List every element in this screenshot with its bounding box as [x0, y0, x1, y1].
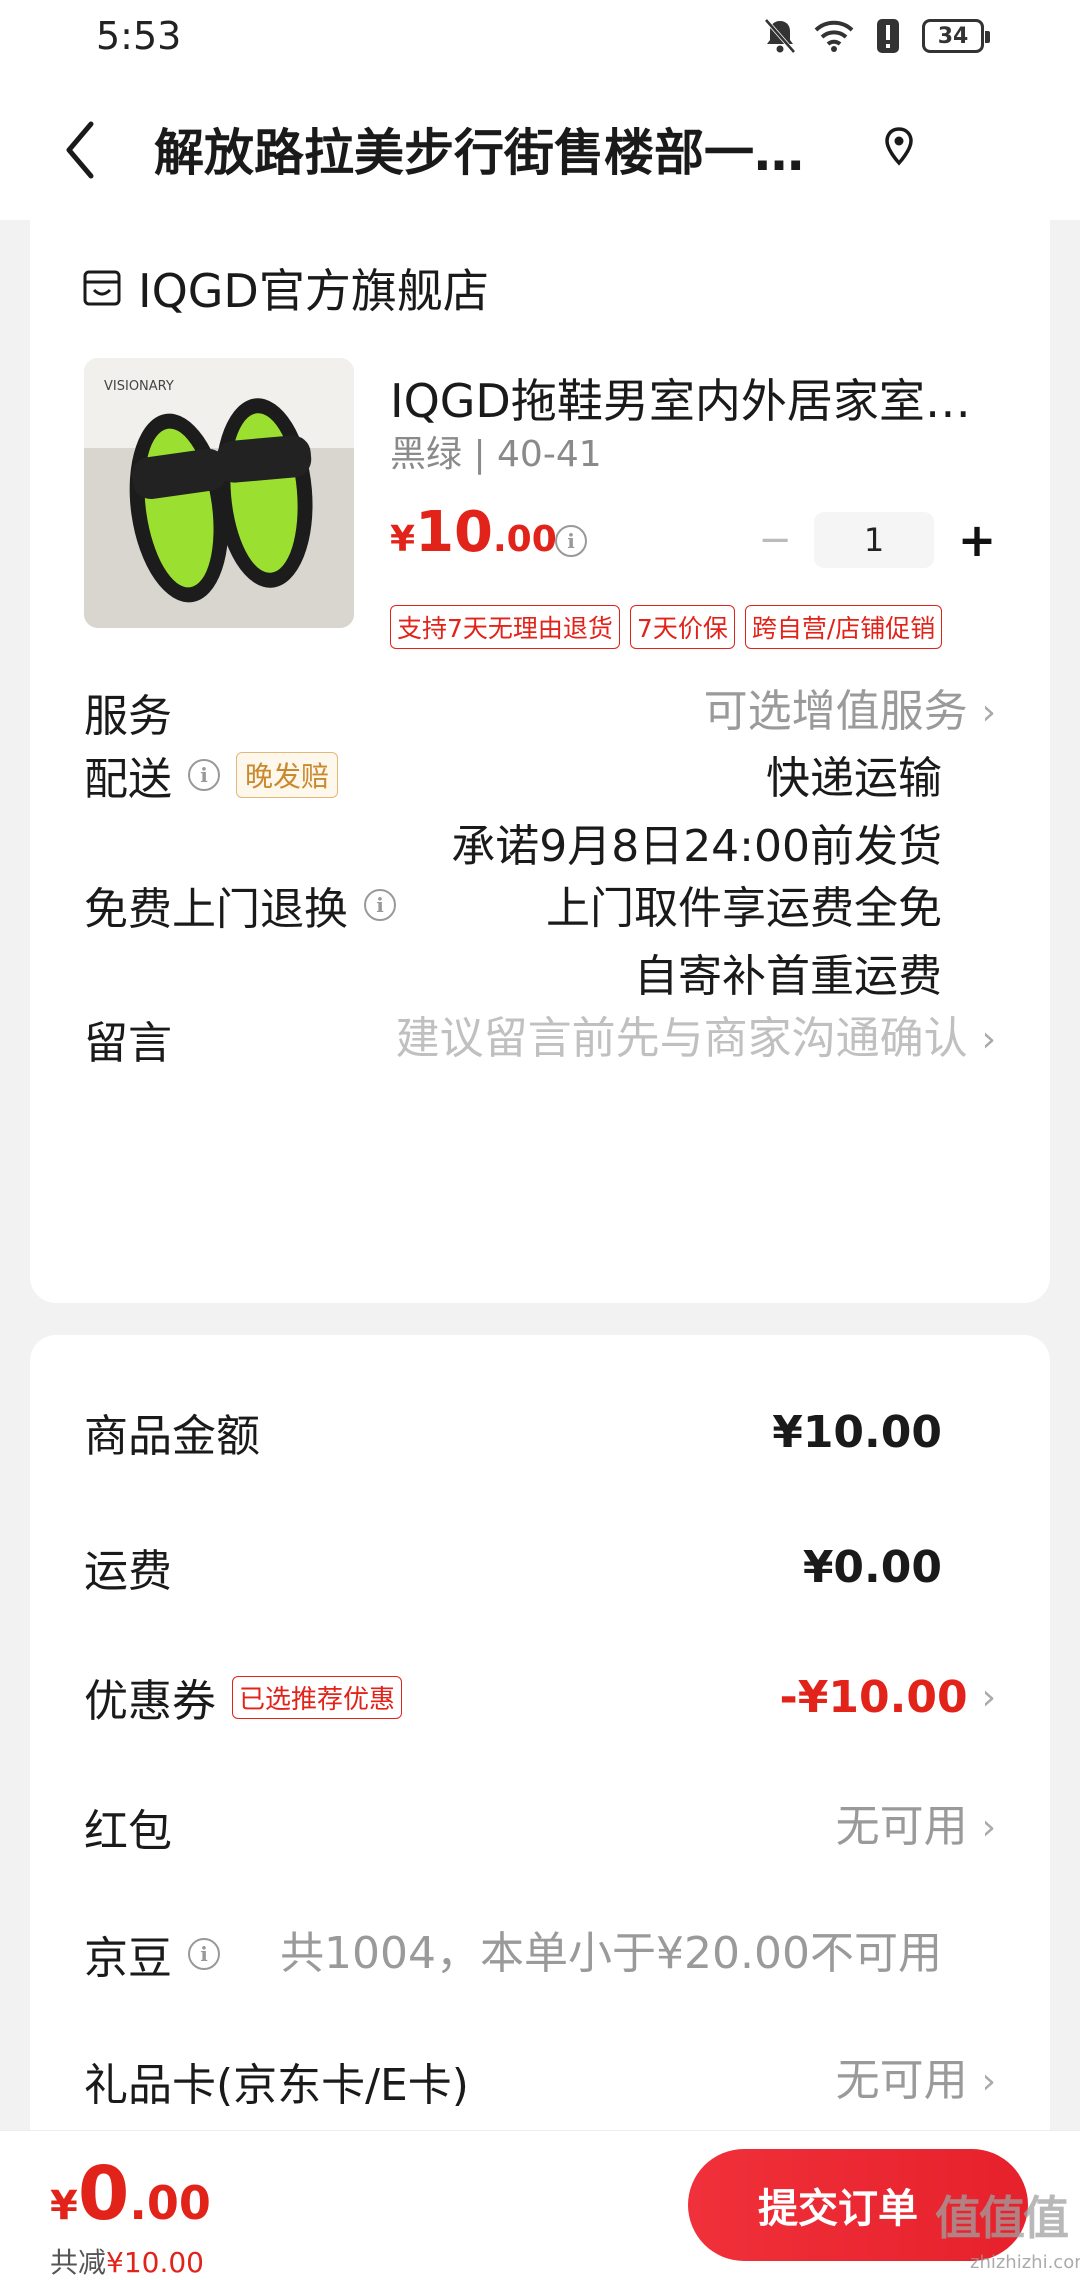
quantity-stepper: − 1 +: [750, 512, 1002, 568]
page-title[interactable]: 解放路拉美步行街售楼部一…: [154, 113, 804, 185]
watermark-url: zhizhizhi.com: [970, 2252, 1080, 2273]
product-image[interactable]: VISIONARY: [84, 358, 354, 628]
gift-card-label: 礼品卡(京东卡/E卡): [84, 2060, 469, 2111]
delivery-promise: 承诺9月8日24:00前发货: [451, 821, 942, 872]
coupon-label: 优惠券: [84, 1676, 216, 1727]
goods-amount-row: 商品金额 ¥10.00: [84, 1400, 996, 1464]
jingdou-label: 京豆: [84, 1933, 172, 1984]
tag-promo: 跨自营/店铺促销: [744, 605, 943, 649]
coupon-value: -¥10.00: [779, 1671, 968, 1723]
service-label: 服务: [84, 691, 172, 742]
total-saved: 共减¥10.00: [50, 2241, 204, 2280]
jingdou-info-icon[interactable]: i: [188, 1938, 220, 1970]
tag-price-protect: 7天价保: [629, 605, 735, 649]
return-row[interactable]: 免费上门退换 i 上门取件享运费全免 自寄补首重运费: [84, 875, 996, 1011]
saved-value: ¥10.00: [106, 2246, 204, 2279]
jingdou-row: 京豆 i 共1004，本单小于¥20.00不可用: [84, 1920, 996, 1988]
message-row[interactable]: 留言 建议留言前先与商家沟通确认 ›: [84, 1005, 996, 1073]
goods-amount-label: 商品金额: [84, 1411, 260, 1462]
delivery-label: 配送: [84, 754, 172, 805]
tag-7day-return: 支持7天无理由退货: [390, 605, 620, 649]
shipping-value: ¥0.00: [802, 1541, 942, 1593]
message-input[interactable]: 建议留言前先与商家沟通确认: [396, 1005, 968, 1073]
return-pickup-text: 上门取件享运费全免: [546, 883, 942, 934]
back-button[interactable]: [50, 115, 110, 185]
shop-name: IQGD官方旗舰店: [138, 264, 489, 318]
watermark-logo: 值值值: [935, 2191, 1069, 2245]
store-icon: [83, 270, 121, 306]
checkout-bar: ¥ 0 .00 共减¥10.00 提交订单: [0, 2130, 1080, 2280]
shop-header[interactable]: IQGD官方旗舰店: [82, 255, 489, 321]
status-bar: 5:53 34: [0, 0, 1080, 75]
chevron-right-icon: ›: [981, 1676, 996, 1718]
wifi-icon: [814, 16, 854, 56]
late-compensation-badge: 晚发赔: [236, 752, 339, 798]
product-spec: 黑绿 | 40-41: [390, 434, 602, 475]
product-tags: 支持7天无理由退货 7天价保 跨自营/店铺促销: [390, 605, 943, 649]
status-icons: 34: [760, 16, 990, 56]
gift-card-row[interactable]: 礼品卡(京东卡/E卡) 无可用 ›: [84, 2047, 996, 2115]
chevron-right-icon: ›: [981, 2060, 996, 2102]
jingdou-value: 共1004，本单小于¥20.00不可用: [280, 1928, 942, 1979]
alert-icon: [868, 16, 908, 56]
return-label: 免费上门退换: [84, 884, 348, 935]
increase-button[interactable]: +: [952, 513, 1002, 567]
service-value: 可选增值服务: [703, 686, 968, 737]
quantity-input[interactable]: 1: [814, 512, 934, 568]
red-packet-label: 红包: [84, 1806, 172, 1857]
chevron-right-icon: ›: [981, 691, 996, 733]
shipping-label: 运费: [84, 1546, 172, 1597]
saved-label: 共减: [50, 2246, 107, 2279]
product-image-text: VISIONARY: [104, 379, 174, 394]
mute-bell-icon: [760, 16, 800, 56]
location-pin-icon[interactable]: [884, 127, 924, 171]
delivery-row[interactable]: 配送 i 晚发赔 快递运输 承诺9月8日24:00前发货: [84, 745, 996, 881]
chevron-right-icon: ›: [981, 1018, 996, 1060]
red-packet-value: 无可用: [835, 1801, 968, 1852]
return-self-ship-text: 自寄补首重运费: [634, 951, 942, 1002]
price-symbol: ¥: [390, 519, 416, 560]
back-arrow-icon: [66, 121, 94, 179]
shipping-row: 运费 ¥0.00: [84, 1535, 996, 1599]
coupon-selected-badge: 已选推荐优惠: [232, 1675, 403, 1719]
message-label: 留言: [84, 1018, 172, 1069]
gift-card-value: 无可用: [835, 2055, 968, 2106]
total-decimal: .00: [129, 2176, 211, 2230]
delivery-info-icon[interactable]: i: [188, 759, 220, 791]
coupon-row[interactable]: 优惠券 已选推荐优惠 -¥10.00 ›: [84, 1665, 996, 1729]
total-symbol: ¥: [50, 2183, 78, 2229]
decrease-button[interactable]: −: [750, 517, 800, 563]
price-info-icon[interactable]: i: [555, 525, 587, 557]
product-price: ¥ 10 .00: [390, 500, 557, 565]
goods-amount-value: ¥10.00: [772, 1406, 942, 1458]
service-row[interactable]: 服务 可选增值服务 ›: [84, 678, 996, 746]
total-price: ¥ 0 .00: [50, 2151, 211, 2237]
battery-icon: 34: [922, 19, 990, 53]
return-info-icon[interactable]: i: [364, 889, 396, 921]
price-decimal: .00: [493, 519, 557, 560]
status-time: 5:53: [96, 14, 182, 58]
order-item-card: IQGD官方旗舰店 VISIONARY IQGD拖鞋男室内外居家室… 黑绿 | …: [30, 200, 1050, 1303]
nav-bar: 解放路拉美步行街售楼部一…: [0, 75, 1080, 220]
price-integer: 10: [415, 500, 493, 565]
product-title[interactable]: IQGD拖鞋男室内外居家室…: [390, 365, 990, 431]
chevron-right-icon: ›: [981, 1806, 996, 1848]
red-packet-row[interactable]: 红包 无可用 ›: [84, 1793, 996, 1861]
total-integer: 0: [77, 2151, 130, 2237]
delivery-method: 快递运输: [766, 753, 942, 804]
